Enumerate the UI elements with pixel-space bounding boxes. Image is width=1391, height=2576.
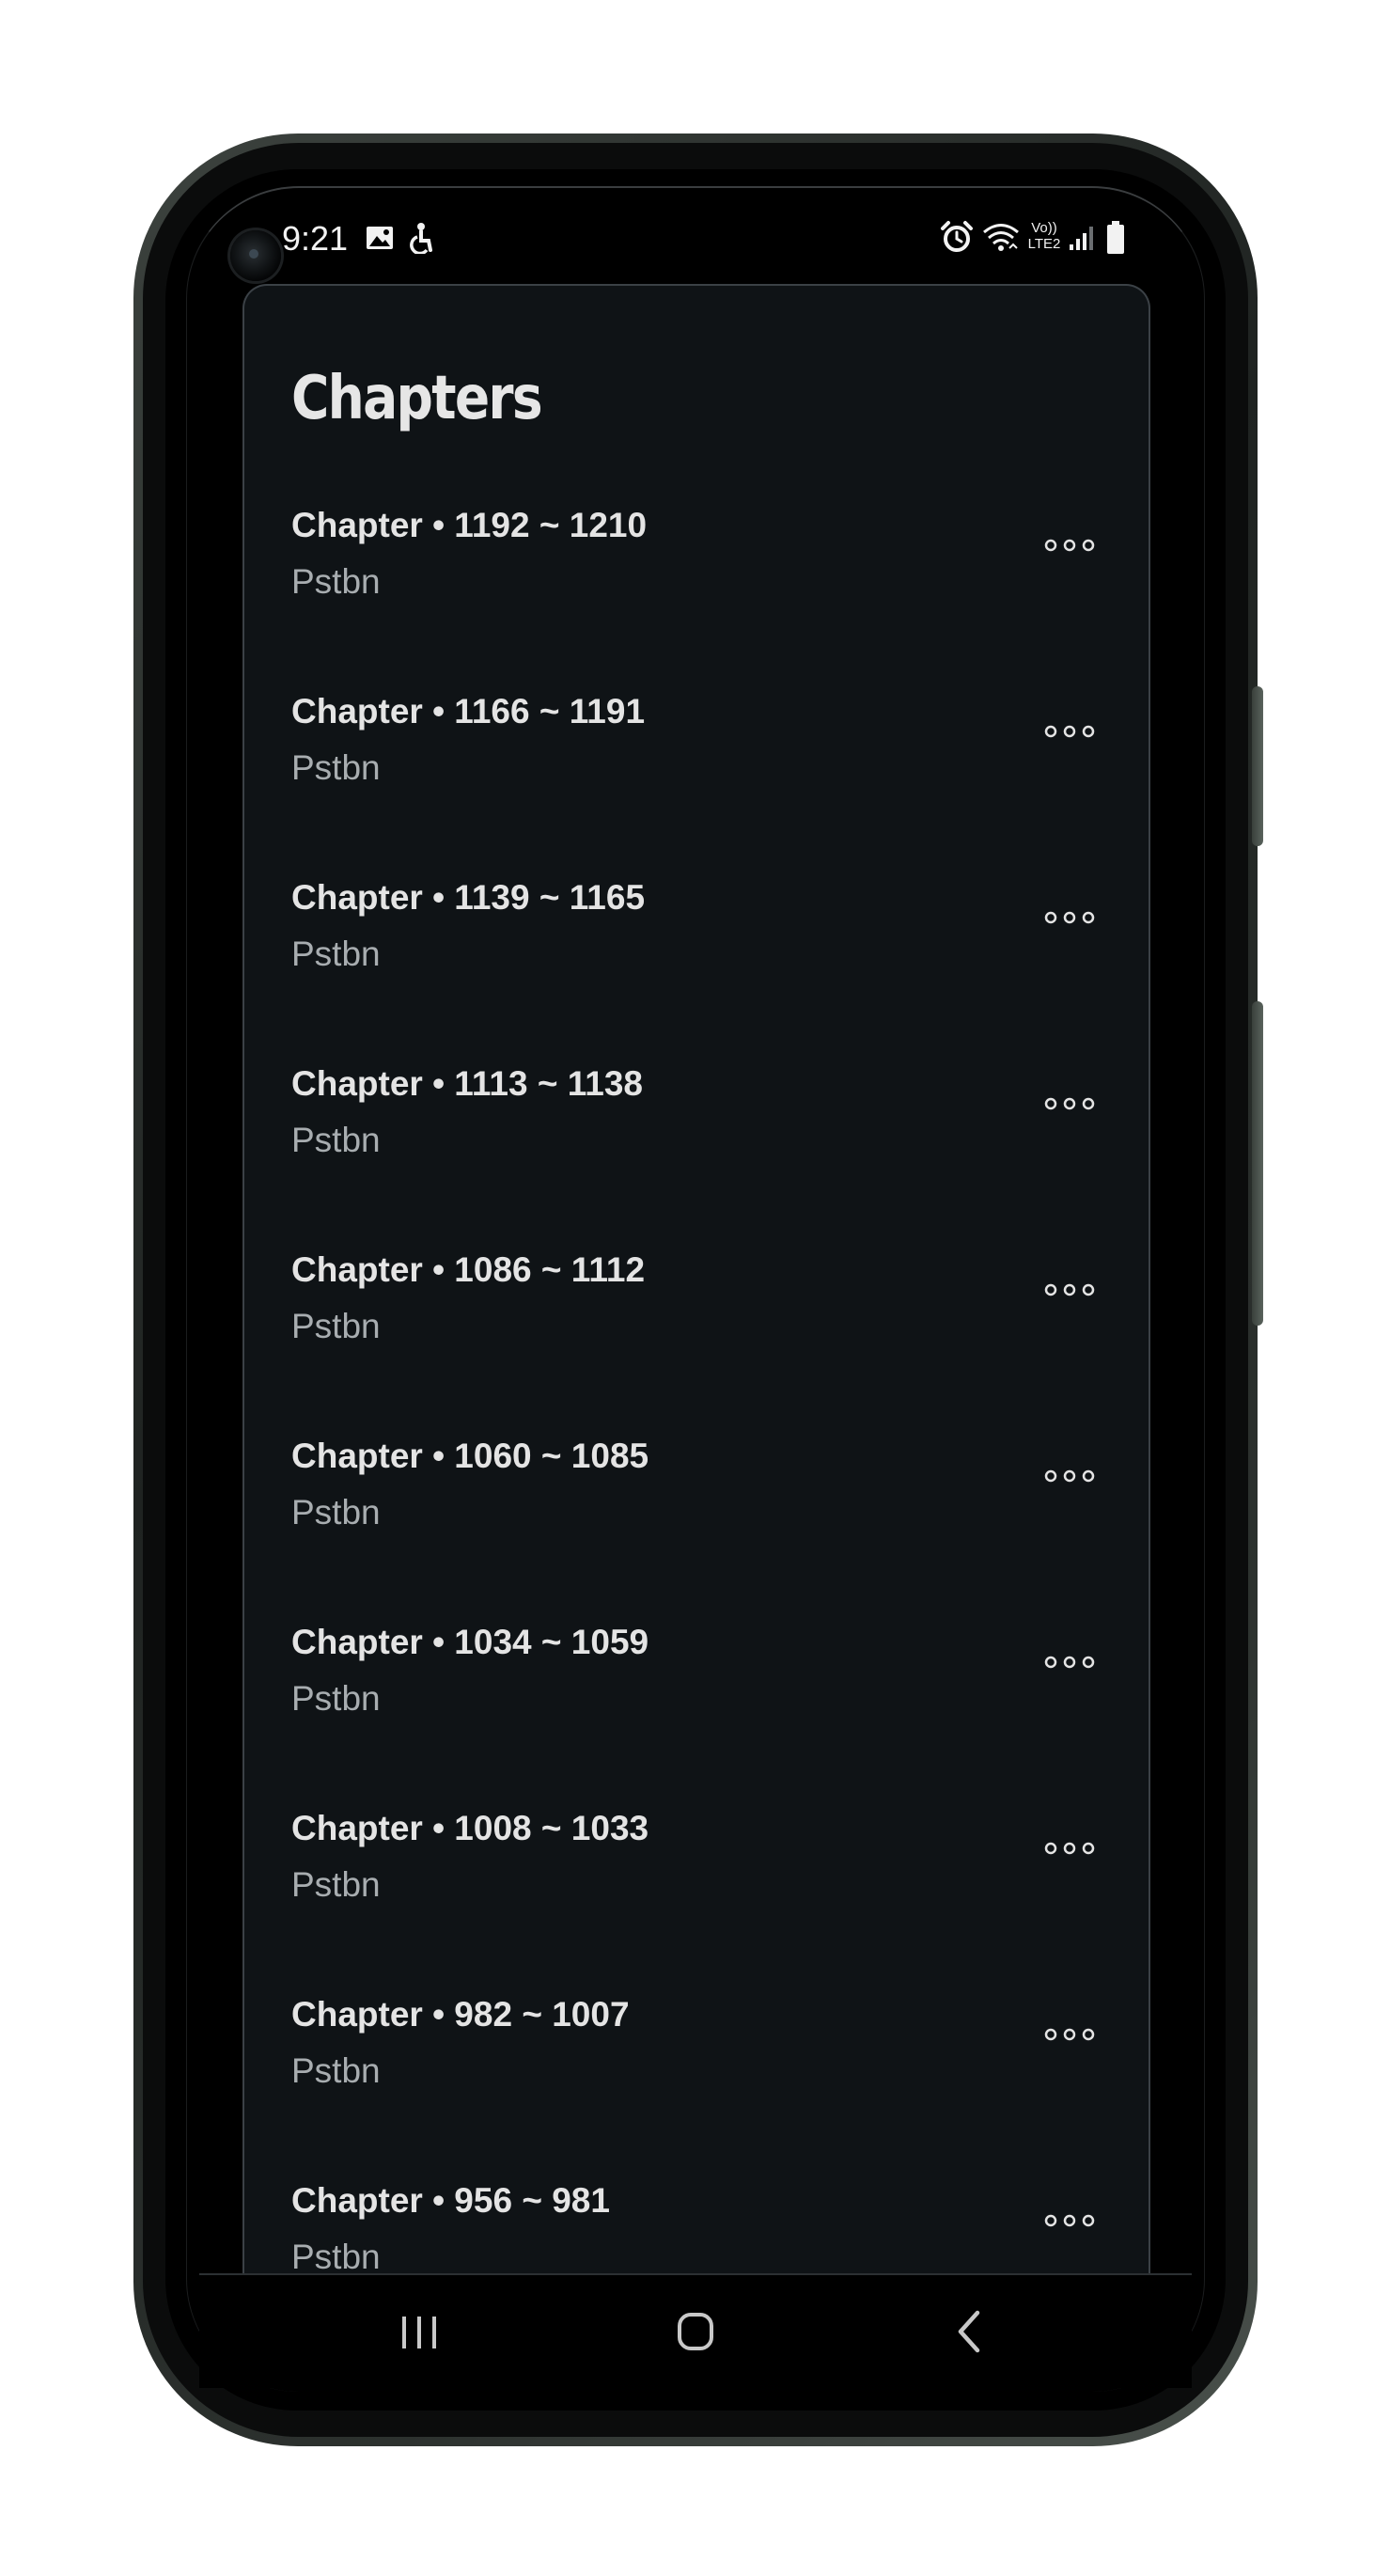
wifi-icon <box>983 224 1019 251</box>
more-horizontal-icon[interactable] <box>1041 2016 1098 2053</box>
home-icon[interactable] <box>658 2294 733 2369</box>
signal-icon <box>1070 227 1093 250</box>
volte-label-top: Vo)) <box>1031 220 1057 236</box>
page-title: Chapters <box>291 364 543 433</box>
system-nav-bar <box>199 2273 1192 2388</box>
more-horizontal-icon[interactable] <box>1041 1085 1098 1123</box>
accessibility-icon <box>410 223 432 254</box>
chapter-row[interactable]: Chapter • 1113 ~ 1138 Pstbn <box>244 1062 1149 1249</box>
status-time: 9:21 <box>282 219 349 258</box>
chapter-source: Pstbn <box>291 1493 381 1531</box>
chapter-title: Chapter • 1008 ~ 1033 <box>291 1809 649 1847</box>
more-horizontal-icon[interactable] <box>1041 1271 1098 1309</box>
chapter-source: Pstbn <box>291 935 381 973</box>
front-camera <box>230 230 281 281</box>
volte-icon: Vo)) LTE2 <box>1023 220 1066 252</box>
more-horizontal-icon[interactable] <box>1041 2202 1098 2239</box>
chapter-source: Pstbn <box>291 1307 381 1345</box>
more-horizontal-icon[interactable] <box>1041 899 1098 936</box>
chapter-source: Pstbn <box>291 562 381 601</box>
more-horizontal-icon[interactable] <box>1041 713 1098 750</box>
chapter-source: Pstbn <box>291 2051 381 2090</box>
power-button <box>1252 1001 1263 1326</box>
chapter-title: Chapter • 1034 ~ 1059 <box>291 1623 649 1661</box>
chapter-source: Pstbn <box>291 1121 381 1159</box>
chapter-row[interactable]: Chapter • 1086 ~ 1112 Pstbn <box>244 1249 1149 1435</box>
chapter-row[interactable]: Chapter • 1008 ~ 1033 Pstbn <box>244 1807 1149 1993</box>
chapter-row[interactable]: Chapter • 956 ~ 981 Pstbn <box>244 2179 1149 2277</box>
chapter-row[interactable]: Chapter • 1166 ~ 1191 Pstbn <box>244 690 1149 876</box>
chapter-row[interactable]: Chapter • 1139 ~ 1165 Pstbn <box>244 876 1149 1062</box>
chapters-panel: Chapters Chapter • 1192 ~ 1210 Pstbn Cha… <box>242 284 1150 2277</box>
chapter-title: Chapter • 956 ~ 981 <box>291 2181 610 2220</box>
chapter-title: Chapter • 1086 ~ 1112 <box>291 1250 646 1289</box>
chapter-source: Pstbn <box>291 1865 381 1904</box>
chapter-row[interactable]: Chapter • 1034 ~ 1059 Pstbn <box>244 1621 1149 1807</box>
more-horizontal-icon[interactable] <box>1041 1643 1098 1681</box>
chapter-source: Pstbn <box>291 748 381 787</box>
chapter-row[interactable]: Chapter • 1192 ~ 1210 Pstbn <box>244 504 1149 690</box>
chapter-title: Chapter • 982 ~ 1007 <box>291 1995 630 2034</box>
volte-label-bottom: LTE2 <box>1027 236 1061 252</box>
battery-icon <box>1107 221 1124 254</box>
chapter-row[interactable]: Chapter • 1060 ~ 1085 Pstbn <box>244 1435 1149 1621</box>
volume-button <box>1252 686 1263 846</box>
chapter-title: Chapter • 1139 ~ 1165 <box>291 878 646 917</box>
chapter-title: Chapter • 1192 ~ 1210 <box>291 506 648 544</box>
more-horizontal-icon[interactable] <box>1041 526 1098 564</box>
recent-apps-icon[interactable] <box>382 2294 457 2369</box>
chapter-title: Chapter • 1166 ~ 1191 <box>291 692 646 730</box>
alarm-icon <box>941 221 973 252</box>
chapter-source: Pstbn <box>291 2238 381 2276</box>
image-icon <box>367 227 393 249</box>
more-horizontal-icon[interactable] <box>1041 1830 1098 1867</box>
back-icon[interactable] <box>934 2294 1009 2369</box>
chapter-row[interactable]: Chapter • 982 ~ 1007 Pstbn <box>244 1993 1149 2179</box>
chapter-title: Chapter • 1113 ~ 1138 <box>291 1064 643 1103</box>
chapter-source: Pstbn <box>291 1679 381 1718</box>
chapter-title: Chapter • 1060 ~ 1085 <box>291 1437 649 1475</box>
more-horizontal-icon[interactable] <box>1041 1457 1098 1495</box>
